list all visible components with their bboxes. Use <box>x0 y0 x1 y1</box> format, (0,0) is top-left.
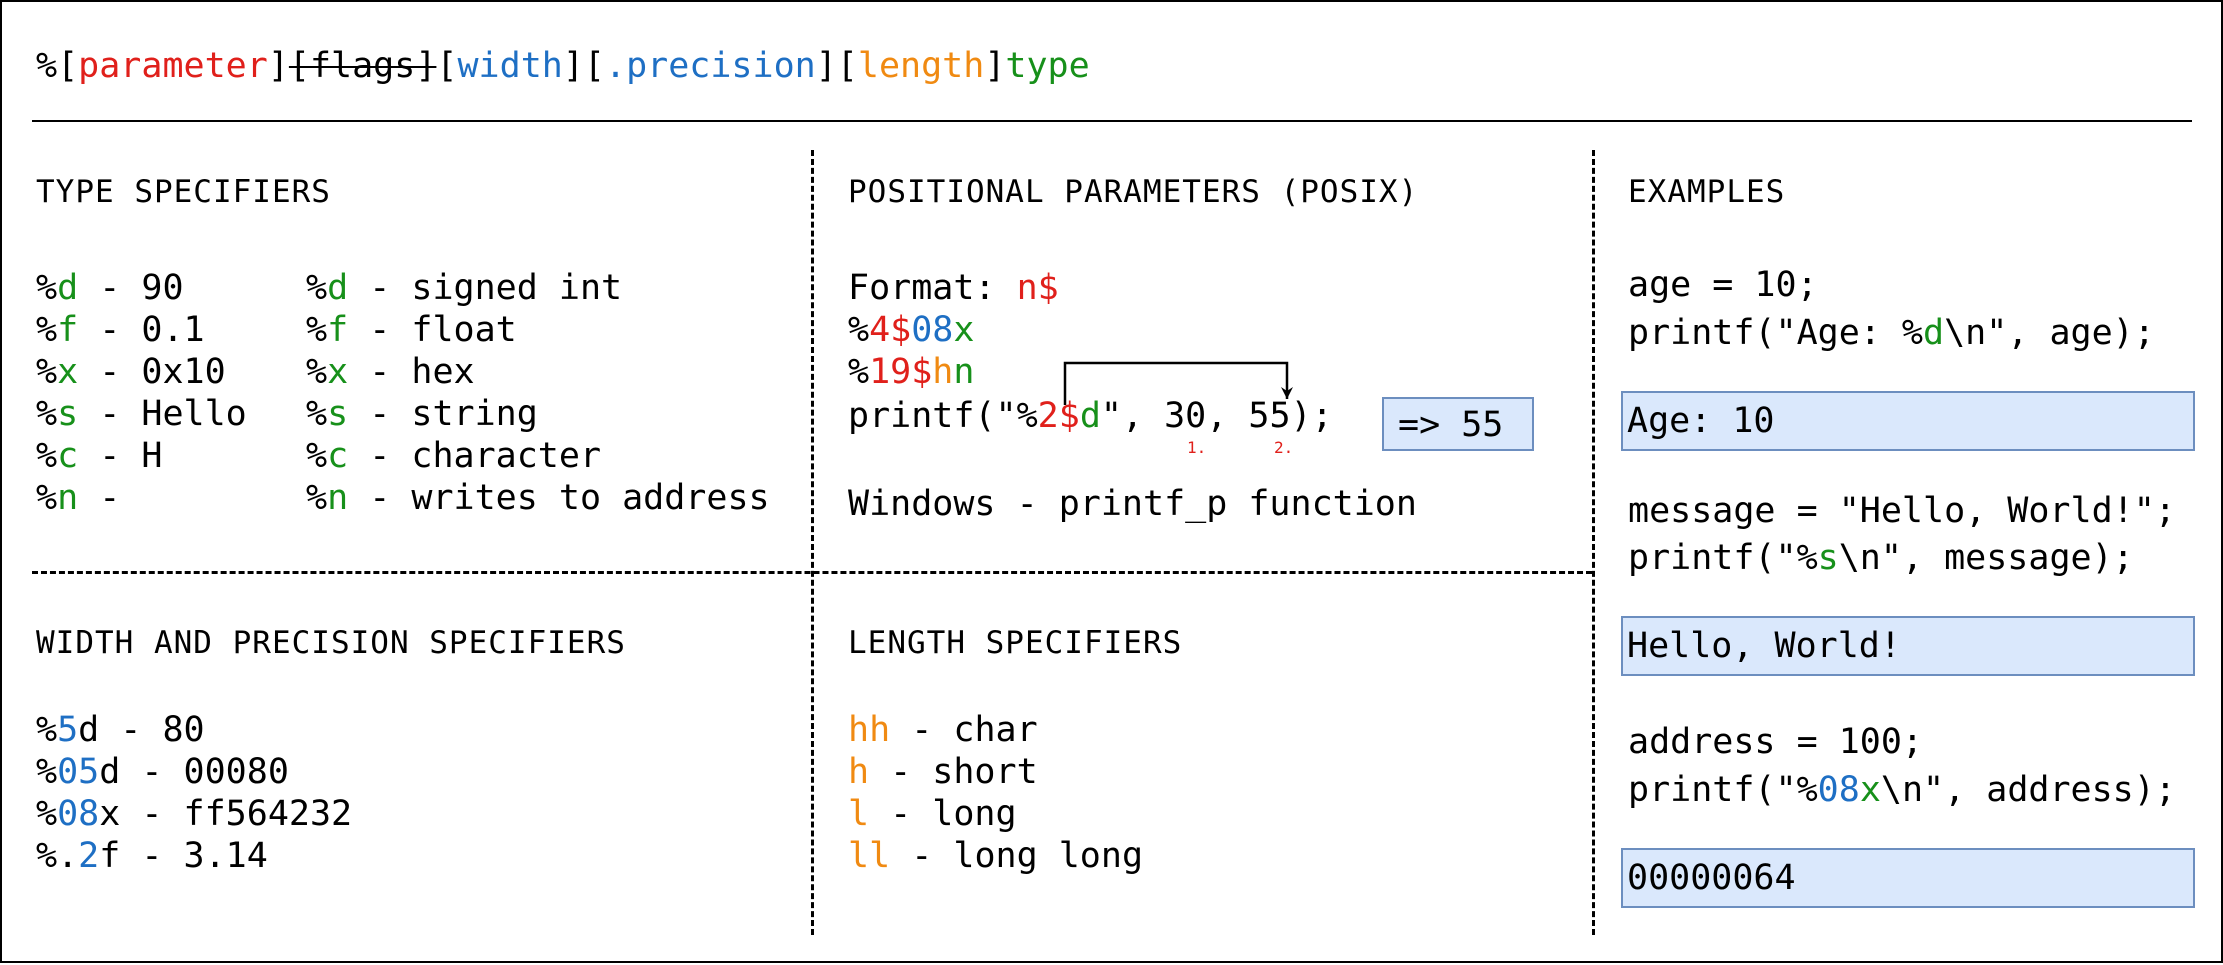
length-row: h - short <box>848 752 1038 792</box>
width-precision-list: %5d - 80 %05d - 00080 %08x - ff564232 %.… <box>36 709 352 877</box>
length-specifiers-list: hh - char h - short l - long ll - long l… <box>848 709 1143 877</box>
example-3-printf: printf("%08x\n", address); <box>1628 770 2176 810</box>
length-specifiers-title: LENGTH SPECIFIERS <box>848 625 1183 661</box>
positional-result: => 55 <box>1382 397 1534 451</box>
width-precision-title: WIDTH AND PRECISION SPECIFIERS <box>36 625 626 661</box>
examples-title: EXAMPLES <box>1628 174 1786 210</box>
example-1-printf: printf("Age: %d\n", age); <box>1628 313 2155 353</box>
example-3-assign: address = 100; <box>1628 722 1924 762</box>
example-2-output: Hello, World! <box>1621 616 2195 676</box>
length-row: ll - long long <box>848 836 1144 876</box>
example-2-printf: printf("%s\n", message); <box>1628 538 2134 578</box>
argument-marker-1: 1. <box>1187 438 1207 457</box>
width-row: %5d - 80 <box>36 710 205 750</box>
width-row: %.2f - 3.14 <box>36 836 268 876</box>
length-row: l - long <box>848 794 1017 834</box>
example-1-output: Age: 10 <box>1621 391 2195 451</box>
printf-cheatsheet: %[parameter][flags][width][.precision][l… <box>0 0 2223 963</box>
width-row: %08x - ff564232 <box>36 794 353 834</box>
argument-marker-2: 2. <box>1274 438 1294 457</box>
example-3-output: 00000064 <box>1621 848 2195 908</box>
example-2-assign: message = "Hello, World!"; <box>1628 491 2176 531</box>
length-row: hh - char <box>848 710 1038 750</box>
width-row: %05d - 00080 <box>36 752 289 792</box>
example-1-assign: age = 10; <box>1628 265 1818 305</box>
positional-windows-note: Windows - printf_p function <box>848 484 1417 524</box>
positional-arrow <box>1063 361 1293 405</box>
